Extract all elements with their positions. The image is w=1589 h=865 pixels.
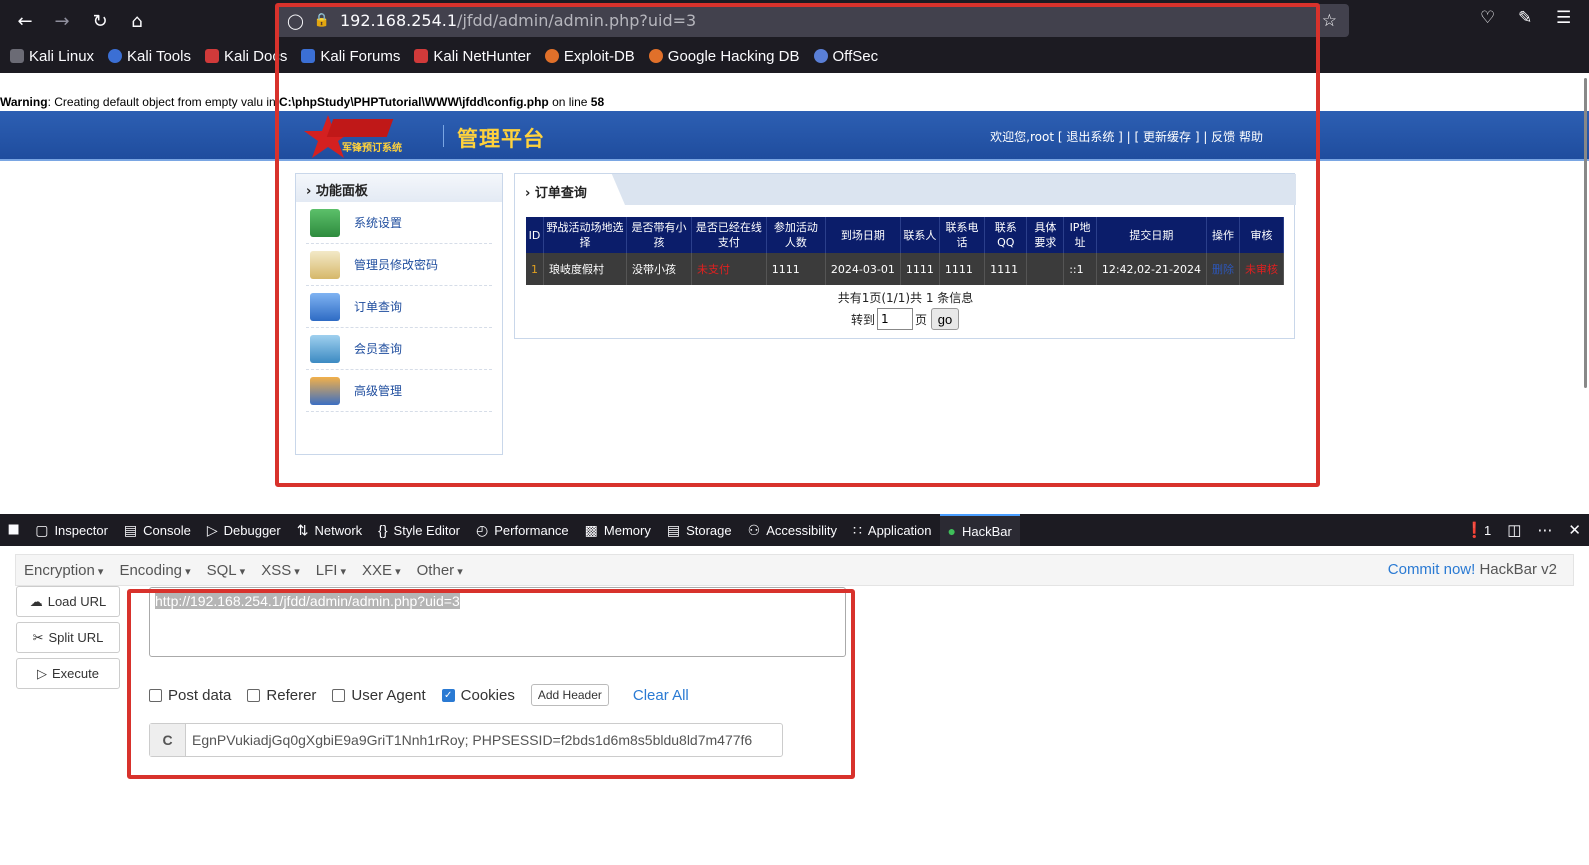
forward-icon[interactable]: →	[49, 8, 75, 34]
grid-icon: ∷	[852, 521, 862, 538]
bookmark-kali-tools[interactable]: Kali Tools	[108, 48, 191, 65]
kali-docs-icon	[204, 49, 219, 63]
tab-network[interactable]: ⇅ Network	[289, 514, 370, 546]
hackbar-icon: ●	[947, 523, 956, 539]
tab-console[interactable]: ▤ Console	[116, 514, 199, 546]
bookmark-kali-linux[interactable]: Kali Linux	[10, 48, 94, 65]
tab-storage[interactable]: ▤ Storage	[659, 514, 740, 546]
menu-xss[interactable]: XSS	[253, 562, 308, 579]
tab-debugger[interactable]: ▷ Debugger	[199, 514, 289, 546]
menu-encryption[interactable]: Encryption	[16, 562, 111, 579]
hackbar-version: HackBar v2	[1479, 561, 1557, 578]
highlight-box-hackbar	[127, 589, 855, 779]
reload-icon[interactable]: ↻	[87, 8, 113, 34]
pick-element-icon[interactable]: ⯀	[0, 514, 27, 546]
devtools-toolbar-right: ❗1 ◫ ⋯ ✕	[1465, 514, 1581, 546]
bookmark-star-icon[interactable]: ☆	[1322, 11, 1337, 31]
tab-accessibility[interactable]: ⚇ Accessibility	[740, 514, 845, 546]
hackbar-menu: Encryption Encoding SQL XSS LFI XXE Othe…	[15, 554, 1574, 586]
more-options-icon[interactable]: ⋯	[1537, 521, 1552, 539]
kali-tools-icon	[108, 49, 123, 63]
menu-lfi[interactable]: LFI	[308, 562, 354, 579]
commit-link[interactable]: Commit now!	[1388, 561, 1476, 578]
tab-performance[interactable]: ◴ Performance	[468, 514, 577, 546]
kali-icon	[10, 49, 24, 63]
cloud-download-icon: ☁	[29, 593, 43, 609]
tab-memory[interactable]: ▩ Memory	[577, 514, 659, 546]
braces-icon: {}	[378, 522, 388, 538]
menu-sql[interactable]: SQL	[199, 562, 254, 579]
play-icon: ▷	[37, 665, 47, 681]
gauge-icon: ◴	[476, 521, 489, 538]
tab-hackbar[interactable]: ● HackBar	[939, 514, 1020, 546]
hackbar-commit: Commit now! HackBar v2	[1388, 561, 1557, 578]
devtools-tabbar: ⯀ ▢ Inspector ▤ Console ▷ Debugger ⇅ Network…	[0, 514, 1589, 546]
dock-icon[interactable]: ◫	[1507, 521, 1521, 539]
menu-xxe[interactable]: XXE	[354, 562, 409, 579]
storage-icon: ▤	[666, 521, 681, 538]
scissors-icon: ✂	[32, 629, 44, 645]
menu-other[interactable]: Other	[409, 562, 471, 579]
error-counter[interactable]: ❗1	[1465, 521, 1491, 539]
inspector-icon: ▢	[35, 521, 49, 538]
highlight-box-page	[275, 3, 1320, 487]
debugger-icon: ▷	[206, 521, 218, 538]
extensions-icon[interactable]: ✎	[1518, 8, 1532, 28]
execute-button[interactable]: ▷ Execute	[16, 658, 120, 689]
warning-message: : Creating default object from empty val…	[47, 95, 263, 109]
load-url-button[interactable]: ☁ Load URL	[16, 586, 120, 617]
network-icon: ⇅	[296, 521, 309, 538]
close-icon[interactable]: ✕	[1568, 521, 1581, 539]
back-icon[interactable]: ←	[12, 8, 38, 34]
error-icon: ❗	[1465, 522, 1484, 539]
page-scrollbar[interactable]	[1584, 78, 1587, 388]
tab-application[interactable]: ∷ Application	[845, 514, 940, 546]
menu-icon[interactable]: ☰	[1556, 8, 1571, 28]
tab-style-editor[interactable]: {} Style Editor	[370, 514, 468, 546]
console-icon: ▤	[123, 521, 138, 538]
tab-inspector[interactable]: ▢ Inspector	[27, 514, 116, 546]
warning-label: Warning	[0, 95, 48, 109]
memory-icon: ▩	[584, 521, 598, 538]
split-url-button[interactable]: ✂ Split URL	[16, 622, 120, 653]
pocket-icon[interactable]: ♡	[1480, 8, 1495, 28]
accessibility-icon: ⚇	[747, 521, 761, 538]
home-icon[interactable]: ⌂	[124, 8, 150, 34]
menu-encoding[interactable]: Encoding	[111, 562, 198, 579]
